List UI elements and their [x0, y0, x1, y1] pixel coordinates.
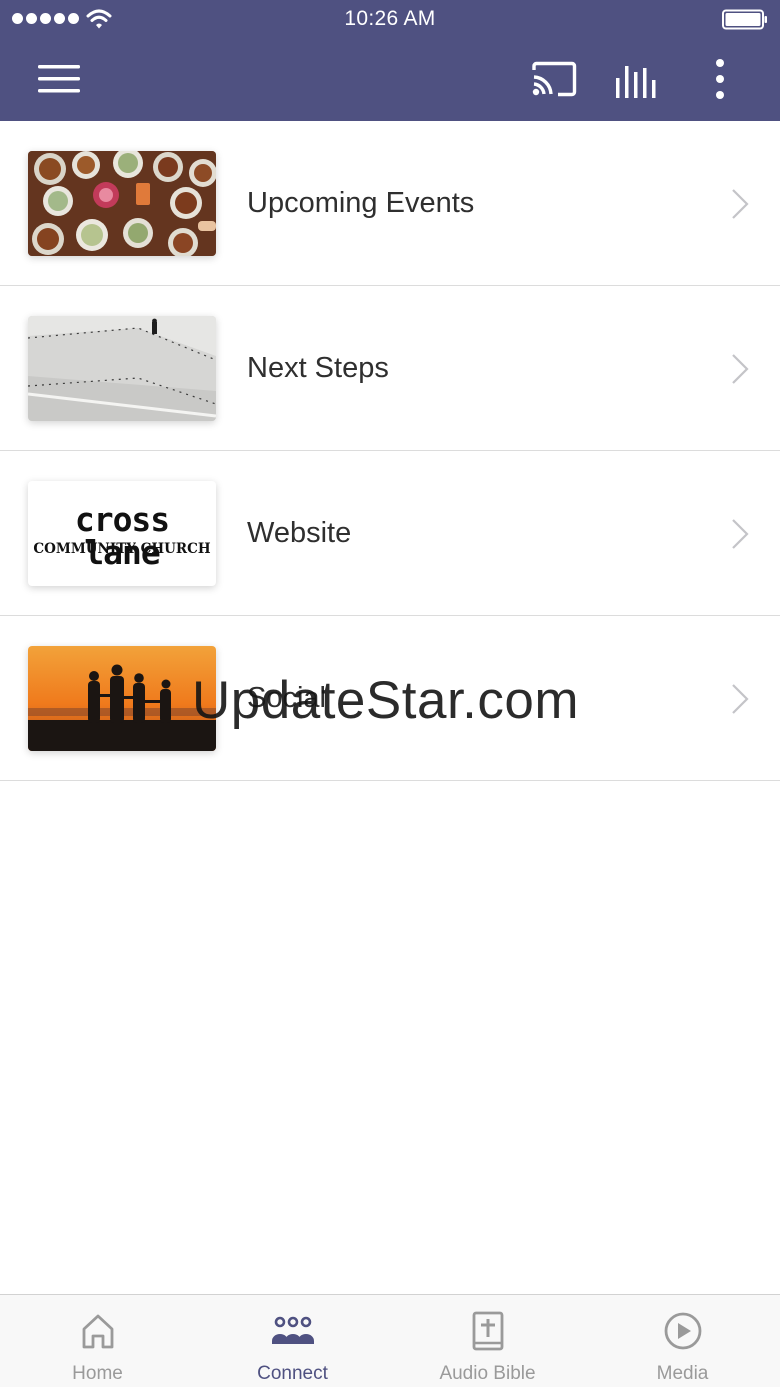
people-group-icon	[271, 1316, 314, 1344]
food-table-photo	[28, 151, 216, 256]
list-item-upcoming-events[interactable]: Upcoming Events	[0, 121, 780, 286]
home-icon	[82, 1314, 113, 1349]
list-item-label: Next Steps	[247, 352, 389, 384]
app-header: 10:26 AM	[0, 0, 780, 121]
status-time: 10:26 AM	[344, 7, 436, 30]
logo-sub-text: COMMUNITY CHURCH	[33, 541, 211, 557]
chevron-right-icon	[732, 189, 749, 219]
chevron-right-icon	[732, 519, 749, 549]
list-item-next-steps[interactable]: Next Steps	[0, 286, 780, 451]
more-vertical-icon[interactable]	[706, 58, 734, 102]
list-item-label: Website	[247, 517, 352, 549]
sunset-family-photo	[28, 646, 216, 751]
tab-label: Audio Bible	[439, 1363, 536, 1384]
staircase-photo	[28, 316, 216, 421]
watermark: UpdateStar.com	[192, 671, 580, 730]
tab-connect[interactable]: Connect	[195, 1295, 390, 1387]
tab-media[interactable]: Media	[585, 1295, 780, 1387]
chevron-right-icon	[732, 684, 749, 714]
list-item-website[interactable]: cross lane COMMUNITY CHURCH Website	[0, 451, 780, 616]
cross-lane-logo: cross lane COMMUNITY CHURCH	[28, 481, 216, 586]
tab-label: Home	[72, 1363, 123, 1384]
logo-main-text: cross lane	[74, 500, 170, 572]
play-circle-icon	[664, 1312, 701, 1350]
tab-label: Media	[656, 1363, 709, 1384]
tab-home[interactable]: Home	[0, 1295, 195, 1387]
list-item-label: Upcoming Events	[247, 187, 475, 219]
bottom-tab-bar: Home Connect Audio Bible Media	[0, 1294, 780, 1387]
tab-audio-bible[interactable]: Audio Bible	[390, 1295, 585, 1387]
battery-icon	[722, 9, 767, 30]
chevron-right-icon	[732, 354, 749, 384]
tab-label: Connect	[257, 1363, 328, 1384]
hamburger-menu-icon[interactable]	[36, 62, 82, 96]
cast-icon[interactable]	[530, 60, 578, 100]
audio-bars-icon[interactable]	[612, 60, 662, 100]
status-bar: 10:26 AM	[0, 0, 780, 40]
bible-icon	[472, 1311, 503, 1351]
